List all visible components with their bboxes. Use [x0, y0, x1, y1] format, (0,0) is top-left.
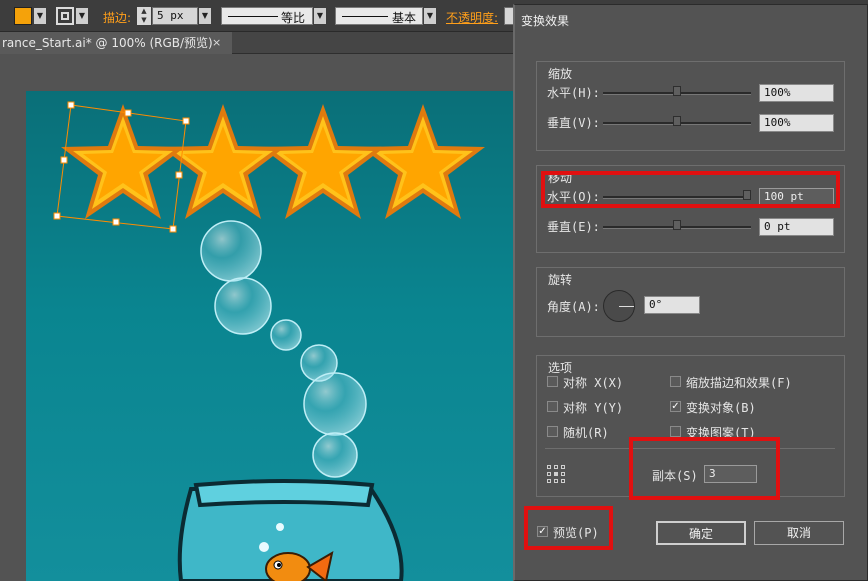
stroke-swatch-inner — [61, 12, 69, 20]
transform-patterns-checkbox[interactable] — [670, 426, 681, 437]
reflect-x-checkbox[interactable] — [547, 376, 558, 387]
rotate-angle-label: 角度(A): — [547, 300, 600, 314]
random-label[interactable]: 随机(R) — [563, 424, 609, 441]
reflect-y-label[interactable]: 对称 Y(Y) — [563, 399, 623, 416]
variable-width-profile[interactable]: 等比 — [221, 7, 313, 25]
scale-legend: 缩放 — [548, 65, 573, 82]
ok-button[interactable]: 确定 — [656, 521, 746, 545]
scale-vertical-label: 垂直(V): — [547, 116, 600, 130]
stroke-swatch[interactable] — [56, 7, 74, 25]
profile-dropdown[interactable]: ▼ — [314, 8, 326, 24]
highlight-copies — [629, 437, 780, 500]
rotate-angle-input[interactable]: 0° — [644, 296, 700, 314]
reference-point-locator-icon[interactable] — [547, 465, 565, 483]
app-window: ▼ ▼ 描边: ▲ ▼ 5 px ▼ 等比 ▼ 基本 ▼ 不透明度: rance_… — [0, 0, 868, 581]
highlight-move-horizontal — [541, 171, 840, 208]
transform-objects-label[interactable]: 变换对象(B) — [686, 399, 756, 416]
rotate-group: 旋转 角度(A): 0° — [536, 267, 845, 337]
star-1[interactable] — [61, 104, 185, 219]
brush-line — [342, 16, 388, 17]
artboard[interactable] — [26, 91, 515, 581]
scale-group: 缩放 水平(H): 100% 垂直(V): 100% — [536, 61, 845, 151]
rotate-legend: 旋转 — [548, 271, 573, 288]
brush-label: 基本 — [392, 11, 417, 25]
transform-objects-checkbox[interactable]: ✓ — [670, 401, 681, 412]
scale-vertical-input[interactable]: 100% — [759, 114, 834, 132]
scale-horizontal-input[interactable]: 100% — [759, 84, 834, 102]
star-3[interactable] — [261, 104, 385, 219]
profile-label: 等比 — [281, 11, 306, 25]
star-4[interactable] — [361, 104, 485, 219]
stroke-width-input[interactable]: 5 px — [152, 7, 198, 25]
move-vertical-label: 垂直(E): — [547, 220, 600, 234]
close-tab-icon[interactable]: × — [212, 32, 221, 54]
document-tab-title: rance_Start.ai* @ 100% (RGB/预览) — [2, 36, 213, 50]
stroke-width-dropdown[interactable]: ▼ — [199, 8, 211, 24]
document-tab[interactable]: rance_Start.ai* @ 100% (RGB/预览) × — [0, 32, 232, 54]
artwork — [53, 101, 485, 581]
brush-dropdown[interactable]: ▼ — [424, 8, 436, 24]
fill-dropdown-arrow[interactable]: ▼ — [34, 8, 46, 24]
canvas-workspace[interactable] — [0, 55, 515, 581]
stroke-panel-link[interactable]: 描边: — [103, 9, 131, 26]
move-vertical-thumb[interactable] — [673, 220, 681, 230]
dialog-title: 变换效果 — [521, 14, 570, 28]
cancel-button[interactable]: 取消 — [754, 521, 844, 545]
random-checkbox[interactable] — [547, 426, 558, 437]
star-2[interactable] — [161, 104, 285, 219]
scale-strokes-checkbox[interactable] — [670, 376, 681, 387]
reflect-y-checkbox[interactable] — [547, 401, 558, 412]
opacity-panel-link[interactable]: 不透明度: — [446, 9, 498, 26]
highlight-preview — [524, 506, 613, 550]
angle-dial[interactable] — [603, 290, 635, 322]
fill-swatch[interactable] — [14, 7, 32, 25]
brush-definition[interactable]: 基本 — [335, 7, 423, 25]
stroke-dropdown-arrow[interactable]: ▼ — [76, 8, 88, 24]
stroke-width-stepper[interactable]: ▲ ▼ — [137, 7, 151, 25]
move-vertical-input[interactable]: 0 pt — [759, 218, 834, 236]
document-tab-bar: rance_Start.ai* @ 100% (RGB/预览) × — [0, 32, 515, 54]
scale-vertical-thumb[interactable] — [673, 116, 681, 126]
fish-bowl[interactable] — [177, 479, 404, 581]
scale-horizontal-label: 水平(H): — [547, 86, 600, 100]
scale-horizontal-thumb[interactable] — [673, 86, 681, 96]
scale-strokes-label[interactable]: 缩放描边和效果(F) — [686, 374, 792, 391]
profile-line — [228, 16, 278, 17]
check-mark-icon: ✓ — [671, 401, 680, 412]
reflect-x-label[interactable]: 对称 X(X) — [563, 374, 623, 391]
